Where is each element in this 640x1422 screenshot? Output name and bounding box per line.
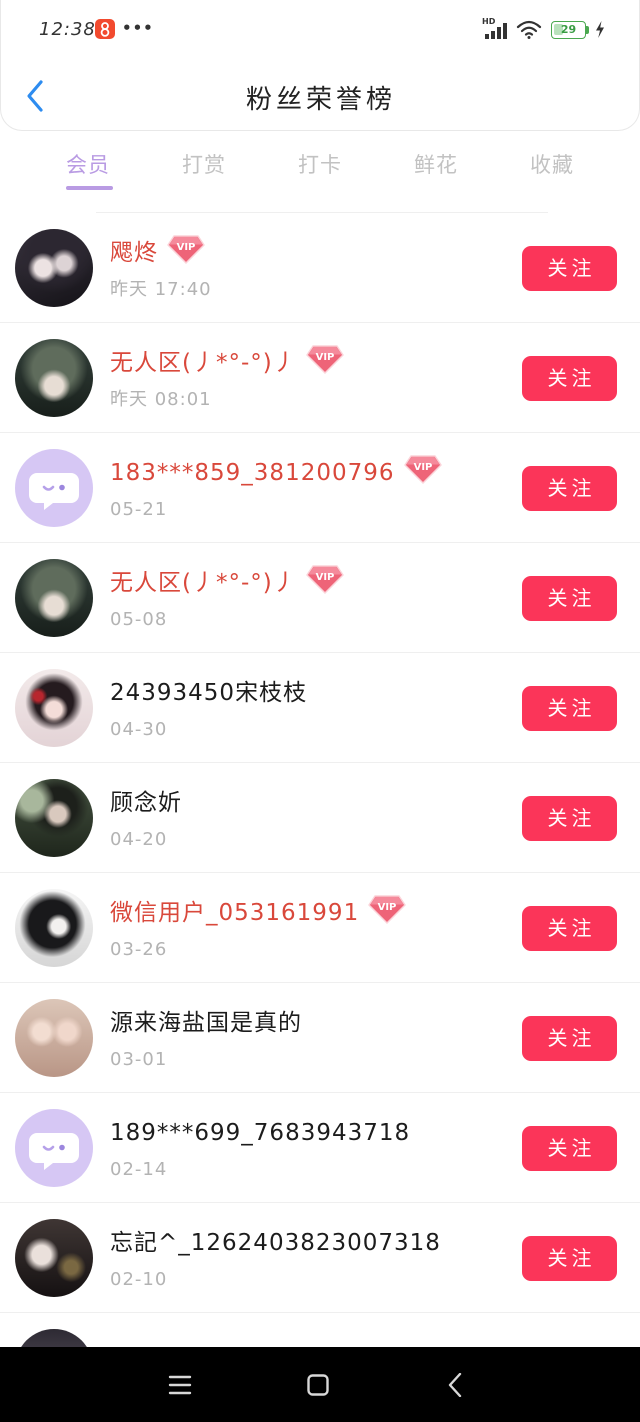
name-line: 飔炵 VIP bbox=[110, 235, 205, 271]
fan-time: 03-01 bbox=[110, 1049, 168, 1070]
follow-button[interactable]: 关注 bbox=[522, 906, 617, 951]
fan-name[interactable]: 顾念妡 bbox=[110, 785, 182, 821]
battery-level: 29 bbox=[560, 23, 577, 36]
name-line: 无人区(丿*°-°)丿 VIP bbox=[110, 345, 344, 381]
list-item[interactable]: 忘記^_1262403823007318 02-10 关注 bbox=[0, 1203, 640, 1313]
name-line: 顾念妡 bbox=[110, 785, 182, 821]
back-icon[interactable] bbox=[444, 1373, 468, 1397]
list-item-partial[interactable] bbox=[0, 1313, 640, 1347]
fan-name[interactable]: 无人区(丿*°-°)丿 bbox=[110, 565, 297, 601]
follow-button[interactable]: 关注 bbox=[522, 1016, 617, 1061]
avatar[interactable] bbox=[15, 1219, 93, 1297]
fan-time: 03-26 bbox=[110, 939, 168, 960]
list-item[interactable]: 无人区(丿*°-°)丿 VIP 05-08 关注 bbox=[0, 543, 640, 653]
avatar[interactable] bbox=[15, 1109, 93, 1187]
follow-button[interactable]: 关注 bbox=[522, 356, 617, 401]
wifi-icon bbox=[516, 20, 542, 39]
follow-button[interactable]: 关注 bbox=[522, 796, 617, 841]
follow-button[interactable]: 关注 bbox=[522, 686, 617, 731]
default-avatar-icon bbox=[29, 473, 79, 510]
app-notification-icon bbox=[95, 19, 115, 39]
tab-bar: 会员 打赏 打卡 鲜花 收藏 bbox=[30, 147, 610, 183]
list-item[interactable]: 飔炵 VIP 昨天 17:40 关注 bbox=[0, 213, 640, 323]
avatar[interactable] bbox=[15, 669, 93, 747]
fan-time: 02-14 bbox=[110, 1159, 168, 1180]
list-item[interactable]: 无人区(丿*°-°)丿 VIP 昨天 08:01 关注 bbox=[0, 323, 640, 433]
fan-name[interactable]: 24393450宋枝枝 bbox=[110, 675, 307, 711]
avatar[interactable] bbox=[15, 779, 93, 857]
list-item[interactable]: 183***859_381200796 VIP 05-21 关注 bbox=[0, 433, 640, 543]
avatar[interactable] bbox=[15, 229, 93, 307]
avatar[interactable] bbox=[15, 889, 93, 967]
list-item[interactable]: 顾念妡 04-20 关注 bbox=[0, 763, 640, 873]
vip-badge-label: VIP bbox=[315, 572, 334, 583]
default-avatar-icon bbox=[29, 1133, 79, 1170]
page-title: 粉丝荣誉榜 bbox=[245, 85, 396, 115]
battery-tip bbox=[586, 26, 589, 34]
vip-badge-icon: VIP bbox=[167, 235, 205, 264]
fan-time: 05-21 bbox=[110, 499, 168, 520]
tab-checkin[interactable]: 打卡 bbox=[262, 147, 378, 183]
fan-name[interactable]: 飔炵 bbox=[110, 235, 158, 271]
battery-body: 29 bbox=[551, 21, 586, 39]
header: 12:38 ••• HD 29 粉丝荣誉榜 bbox=[0, 0, 640, 131]
fan-time: 昨天 17:40 bbox=[110, 279, 212, 300]
list-item[interactable]: 189***699_7683943718 02-14 关注 bbox=[0, 1093, 640, 1203]
home-icon[interactable] bbox=[306, 1373, 330, 1397]
avatar[interactable] bbox=[15, 999, 93, 1077]
name-line: 183***859_381200796 VIP bbox=[110, 455, 442, 491]
signal-icon bbox=[485, 23, 507, 39]
list-item[interactable]: 24393450宋枝枝 04-30 关注 bbox=[0, 653, 640, 763]
avatar[interactable] bbox=[15, 1329, 93, 1347]
more-notifications-dots: ••• bbox=[122, 19, 154, 37]
name-line: 无人区(丿*°-°)丿 VIP bbox=[110, 565, 344, 601]
name-line: 24393450宋枝枝 bbox=[110, 675, 307, 711]
vip-badge-label: VIP bbox=[177, 242, 196, 253]
tab-members[interactable]: 会员 bbox=[30, 147, 146, 183]
charging-icon bbox=[596, 21, 604, 38]
follow-button[interactable]: 关注 bbox=[522, 1236, 617, 1281]
follow-button[interactable]: 关注 bbox=[522, 466, 617, 511]
avatar[interactable] bbox=[15, 339, 93, 417]
fan-time: 昨天 08:01 bbox=[110, 389, 212, 410]
vip-badge-icon: VIP bbox=[403, 455, 442, 484]
fan-time: 05-08 bbox=[110, 609, 168, 630]
follow-button[interactable]: 关注 bbox=[522, 246, 617, 291]
vip-badge-label: VIP bbox=[378, 902, 397, 913]
system-nav-bar bbox=[0, 1347, 640, 1422]
vip-badge-icon: VIP bbox=[306, 565, 344, 594]
fan-time: 04-20 bbox=[110, 829, 168, 850]
fan-name[interactable]: 183***859_381200796 bbox=[110, 455, 395, 491]
fan-list: 飔炵 VIP 昨天 17:40 关注 无人区(丿*°-°)丿 VIP 昨天 08:01 关注 1… bbox=[0, 213, 640, 1347]
tab-rewards[interactable]: 打赏 bbox=[146, 147, 262, 183]
fan-name[interactable]: 源来海盐国是真的 bbox=[110, 1005, 302, 1041]
fan-name[interactable]: 189***699_7683943718 bbox=[110, 1115, 410, 1151]
name-line: 微信用户_053161991 VIP bbox=[110, 895, 406, 931]
avatar[interactable] bbox=[15, 559, 93, 637]
name-line: 忘記^_1262403823007318 bbox=[110, 1225, 441, 1261]
fan-name[interactable]: 忘記^_1262403823007318 bbox=[110, 1225, 441, 1261]
menu-icon[interactable] bbox=[168, 1373, 192, 1397]
list-item[interactable]: 源来海盐国是真的 03-01 关注 bbox=[0, 983, 640, 1093]
vip-badge-icon: VIP bbox=[306, 345, 344, 374]
active-tab-indicator bbox=[66, 186, 113, 190]
tab-flowers[interactable]: 鲜花 bbox=[378, 147, 494, 183]
avatar[interactable] bbox=[15, 449, 93, 527]
status-time: 12:38 bbox=[39, 19, 96, 40]
battery-icon: 29 bbox=[551, 21, 591, 39]
fan-name[interactable]: 无人区(丿*°-°)丿 bbox=[110, 345, 297, 381]
name-line: 189***699_7683943718 bbox=[110, 1115, 410, 1151]
follow-button[interactable]: 关注 bbox=[522, 1126, 617, 1171]
fan-time: 04-30 bbox=[110, 719, 168, 740]
tab-favorites[interactable]: 收藏 bbox=[494, 147, 610, 183]
fan-time: 02-10 bbox=[110, 1269, 168, 1290]
fan-name[interactable]: 微信用户_053161991 bbox=[110, 895, 359, 931]
name-line: 源来海盐国是真的 bbox=[110, 1005, 302, 1041]
vip-badge-label: VIP bbox=[315, 352, 334, 363]
follow-button[interactable]: 关注 bbox=[522, 576, 617, 621]
vip-badge-icon: VIP bbox=[368, 895, 406, 924]
vip-badge-label: VIP bbox=[413, 462, 432, 473]
list-item[interactable]: 微信用户_053161991 VIP 03-26 关注 bbox=[0, 873, 640, 983]
